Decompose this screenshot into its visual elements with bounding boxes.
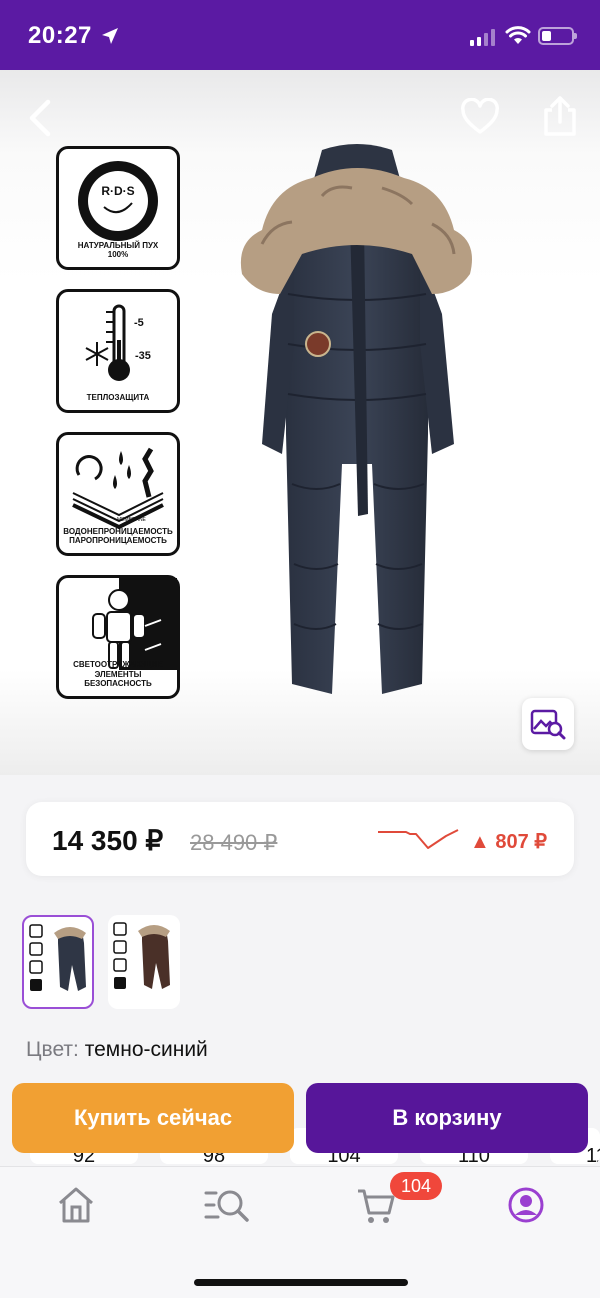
wifi-icon xyxy=(505,26,531,44)
status-bar: 20:27 xyxy=(0,0,600,70)
catalog-search-icon[interactable] xyxy=(204,1185,250,1225)
share-icon[interactable] xyxy=(540,94,580,138)
heart-icon[interactable] xyxy=(460,98,500,136)
battery-icon xyxy=(538,27,577,45)
cart-count-badge: 104 xyxy=(390,1172,442,1200)
reflective-elements-badge: СВЕТООТРАЖАЮЩИЕ ЭЛЕМЕНТЫ БЕЗОПАСНОСТЬ xyxy=(56,575,180,699)
variant-thumb-navy[interactable] xyxy=(22,915,94,1009)
buy-now-button[interactable]: Купить сейчас xyxy=(12,1083,294,1153)
snowflake-icon xyxy=(85,342,109,366)
badge-caption: ВОДОНЕПРОНИЦАЕМОСТЬ ПАРОПРОНИЦАЕМОСТЬ xyxy=(63,526,173,545)
variant-thumb-brown[interactable] xyxy=(108,915,180,1009)
image-search-icon xyxy=(530,709,566,740)
product-gallery[interactable]: R·D·S НАТУРАЛЬНЫЙ ПУХ 100% -5 -35 ТЕПЛОЗ… xyxy=(0,70,600,775)
add-to-cart-button[interactable]: В корзину xyxy=(306,1083,588,1153)
location-arrow-icon xyxy=(102,28,118,44)
product-image xyxy=(240,144,472,694)
back-icon[interactable] xyxy=(24,98,56,138)
color-label: Цвет: xyxy=(26,1038,79,1061)
profile-icon[interactable] xyxy=(506,1185,546,1225)
rds-seal-text: R·D·S xyxy=(101,184,134,198)
badge-caption: НАТУРАЛЬНЫЙ ПУХ 100% xyxy=(77,240,159,259)
price-change: ▲ 807 ₽ xyxy=(470,831,548,853)
badge-caption: ТЕПЛОЗАЩИТА xyxy=(86,392,150,402)
rds-certified-badge: R·D·S НАТУРАЛЬНЫЙ ПУХ 100% xyxy=(56,146,180,270)
home-icon[interactable] xyxy=(56,1185,96,1225)
temp-low-label: -35 xyxy=(135,350,151,362)
signal-icon xyxy=(470,28,495,46)
old-price: 28 490 ₽ xyxy=(190,830,278,855)
price-trend-chart[interactable] xyxy=(376,826,460,854)
temp-high-label: -5 xyxy=(134,317,144,329)
current-price: 14 350 ₽ xyxy=(52,825,164,856)
visual-search-button[interactable] xyxy=(522,698,574,750)
thermal-protection-badge: -5 -35 ТЕПЛОЗАЩИТА xyxy=(56,289,180,413)
color-value: темно-синий xyxy=(84,1038,208,1061)
badge-caption: СВЕТООТРАЖАЮЩИЕ ЭЛЕМЕНТЫ БЕЗОПАСНОСТЬ xyxy=(73,660,163,688)
home-indicator xyxy=(194,1279,408,1286)
membrane-label: MEMBRANE xyxy=(117,517,147,523)
status-time: 20:27 xyxy=(28,22,92,49)
waterproof-badge: MEMBRANE ВОДОНЕПРОНИЦАЕМОСТЬ ПАРОПРОНИЦА… xyxy=(56,432,180,556)
price-card: 14 350 ₽ 28 490 ₽ ▲ 807 ₽ xyxy=(26,802,574,876)
selected-color: Цвет: темно-синий xyxy=(26,1038,208,1062)
